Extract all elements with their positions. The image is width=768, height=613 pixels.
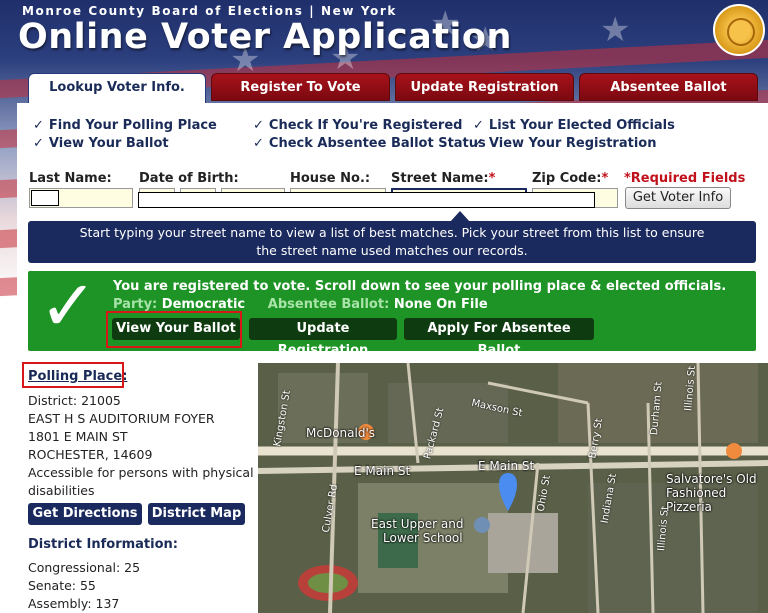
tab-update-registration[interactable]: Update Registration: [395, 73, 574, 101]
tab-lookup-voter-info[interactable]: Lookup Voter Info.: [28, 73, 206, 105]
polling-district: District: 21005: [28, 393, 121, 408]
polling-place-map[interactable]: McDonald's Maxson St E Main St E Main St…: [258, 363, 768, 613]
district-map-button[interactable]: District Map: [148, 503, 245, 525]
polling-place-name: EAST H S AUDITORIUM FOYER: [28, 411, 215, 426]
last-name-autocomplete-box: [31, 190, 59, 206]
restaurant-marker-icon[interactable]: [726, 443, 742, 459]
link-check-registered[interactable]: ✓ Check If You're Registered: [253, 118, 462, 133]
county-seal-icon: [713, 4, 765, 56]
last-name-label: Last Name:: [29, 171, 112, 186]
assembly-district: Assembly: 137: [28, 596, 120, 611]
checkmark-icon: ✓: [473, 118, 484, 133]
link-find-polling-place[interactable]: ✓ Find Your Polling Place: [33, 118, 217, 133]
map-label-school-line1: East Upper and: [371, 517, 464, 531]
senate-district: Senate: 55: [28, 578, 96, 593]
required-fields-note: *Required Fields: [624, 171, 746, 186]
map-label-mcdonalds: McDonald's: [306, 426, 375, 440]
polling-place-city: ROCHESTER, 14609: [28, 447, 153, 462]
autocomplete-overlay: [138, 192, 595, 208]
county-name: Monroe County Board of Elections | New Y…: [22, 4, 397, 18]
update-registration-button[interactable]: Update Registration: [249, 318, 397, 358]
link-list-elected-officials[interactable]: ✓ List Your Elected Officials: [473, 118, 675, 133]
link-view-registration[interactable]: ✓ View Your Registration: [473, 136, 656, 151]
checkmark-icon: ✓: [253, 136, 264, 151]
checkmark-icon: ✓: [473, 136, 484, 151]
status-message: You are registered to vote. Scroll down …: [113, 279, 727, 294]
map-label-salvatore-line1: Salvatore's Old: [666, 472, 757, 486]
checkmark-icon: ✓: [253, 118, 264, 133]
highlight-box-view-ballot: [106, 311, 242, 348]
accessibility-note-line2: disabilities: [28, 483, 95, 498]
checkmark-icon: ✓: [33, 118, 44, 133]
map-label-school-line2: Lower School: [383, 531, 463, 545]
map-label-salvatore-line2: Fashioned Pizzeria: [666, 486, 727, 514]
page-title: Online Voter Application: [18, 17, 512, 57]
link-check-absentee-status[interactable]: ✓ Check Absentee Ballot Status: [253, 136, 486, 151]
map-label-emain-east: E Main St: [478, 459, 535, 473]
get-voter-info-button[interactable]: Get Voter Info: [625, 187, 731, 209]
party-absentee-info: Party: Democratic Absentee Ballot: None …: [113, 297, 488, 312]
apply-absentee-button[interactable]: Apply For Absentee Ballot: [404, 318, 594, 358]
map-label-emain-west: E Main St: [354, 464, 411, 478]
highlight-box-polling-place: [22, 362, 124, 388]
dob-label: Date of Birth:: [139, 171, 239, 186]
house-number-label: House No.:: [290, 171, 371, 186]
polling-place-street: 1801 E MAIN ST: [28, 429, 128, 444]
street-name-label: Street Name:*: [391, 171, 496, 186]
checkmark-icon: ✓: [39, 265, 98, 347]
link-view-ballot[interactable]: ✓ View Your Ballot: [33, 136, 169, 151]
school-marker-icon[interactable]: [474, 517, 490, 533]
congressional-district: Congressional: 25: [28, 560, 141, 575]
checkmark-icon: ✓: [33, 136, 44, 151]
tab-absentee-ballot[interactable]: Absentee Ballot: [579, 73, 758, 101]
get-directions-button[interactable]: Get Directions: [28, 503, 142, 525]
tab-register-to-vote[interactable]: Register To Vote: [211, 73, 390, 101]
zip-code-label: Zip Code:*: [532, 171, 609, 186]
accessibility-note-line1: Accessible for persons with physical: [28, 465, 254, 480]
district-info-title: District Information:: [28, 537, 178, 552]
street-hint-tooltip: Start typing your street name to view a …: [28, 221, 756, 263]
